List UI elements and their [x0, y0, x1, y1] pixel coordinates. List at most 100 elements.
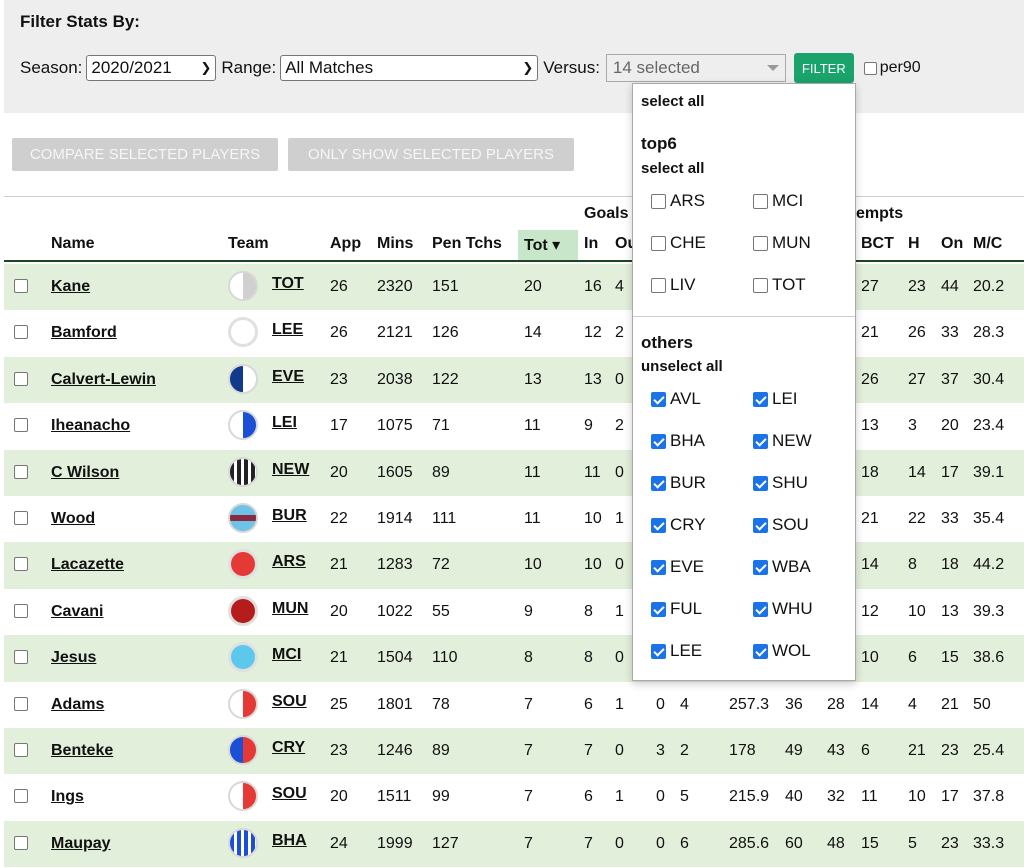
team-link[interactable]: SOU [272, 785, 307, 803]
option-checkbox[interactable] [753, 193, 768, 209]
versus-option-sou[interactable]: SOU [753, 515, 809, 535]
versus-option-che[interactable]: CHE [651, 233, 706, 253]
player-name-link[interactable]: Calvert-Lewin [51, 371, 156, 389]
option-checkbox[interactable] [753, 643, 768, 659]
top6-select-all-link[interactable]: select all [641, 160, 704, 177]
row-select-checkbox[interactable] [14, 325, 28, 340]
player-name-link[interactable]: Kane [51, 278, 90, 296]
row-select-checkbox[interactable] [14, 603, 28, 618]
versus-option-liv[interactable]: LIV [651, 275, 696, 295]
option-checkbox[interactable] [753, 391, 768, 407]
option-checkbox[interactable] [651, 235, 666, 251]
option-checkbox[interactable] [753, 235, 768, 251]
row-select-checkbox[interactable] [14, 742, 28, 757]
only-show-selected-button[interactable]: ONLY SHOW SELECTED PLAYERS [288, 138, 574, 171]
col-in[interactable]: In [584, 235, 598, 253]
row-select-checkbox[interactable] [14, 510, 28, 525]
col-mc[interactable]: M/C [973, 235, 1002, 253]
team-link[interactable]: TOT [272, 275, 304, 293]
filter-button[interactable]: FILTER [793, 53, 854, 83]
row-select-checkbox[interactable] [14, 279, 28, 293]
versus-option-wol[interactable]: WOL [753, 641, 811, 661]
col-app[interactable]: App [330, 235, 361, 253]
col-team[interactable]: Team [228, 235, 269, 253]
col-bct[interactable]: BCT [861, 235, 894, 253]
versus-multiselect[interactable]: 14 selected [605, 54, 786, 82]
versus-option-tot[interactable]: TOT [753, 275, 806, 295]
versus-option-ful[interactable]: FUL [651, 599, 702, 619]
team-link[interactable]: LEE [272, 321, 303, 339]
player-name-link[interactable]: Adams [51, 696, 104, 714]
option-checkbox[interactable] [753, 601, 768, 617]
team-link[interactable]: BHA [272, 832, 307, 850]
row-select-checkbox[interactable] [14, 464, 28, 479]
per90-toggle[interactable]: per90 [863, 59, 921, 77]
option-checkbox[interactable] [753, 433, 768, 449]
col-name[interactable]: Name [51, 235, 95, 253]
select-all-link[interactable]: select all [641, 93, 704, 110]
row-select-checkbox[interactable] [14, 835, 28, 850]
col-h[interactable]: H [908, 235, 920, 253]
player-name-link[interactable]: Bamford [51, 324, 117, 342]
option-checkbox[interactable] [651, 475, 666, 491]
versus-option-whu[interactable]: WHU [753, 599, 813, 619]
player-name-link[interactable]: Jesus [51, 649, 96, 667]
season-select[interactable]: 2020/2021 ❯ [86, 55, 217, 81]
col-mins[interactable]: Mins [377, 235, 413, 253]
versus-option-bha[interactable]: BHA [651, 431, 705, 451]
option-checkbox[interactable] [753, 475, 768, 491]
per90-checkbox[interactable] [863, 61, 877, 75]
team-link[interactable]: BUR [272, 507, 307, 525]
option-checkbox[interactable] [753, 559, 768, 575]
player-name-link[interactable]: Maupay [51, 835, 111, 853]
versus-option-wba[interactable]: WBA [753, 557, 811, 577]
player-name-link[interactable]: Iheanacho [51, 417, 130, 435]
option-checkbox[interactable] [753, 277, 768, 293]
option-checkbox[interactable] [651, 559, 666, 575]
versus-option-mci[interactable]: MCI [753, 191, 803, 211]
range-select[interactable]: All Matches ❯ [280, 55, 539, 81]
versus-option-eve[interactable]: EVE [651, 557, 704, 577]
row-select-checkbox[interactable] [14, 418, 28, 433]
compare-selected-button[interactable]: COMPARE SELECTED PLAYERS [12, 138, 278, 171]
row-select-checkbox[interactable] [14, 650, 28, 665]
option-checkbox[interactable] [651, 391, 666, 407]
versus-option-lee[interactable]: LEE [651, 641, 702, 661]
versus-option-new[interactable]: NEW [753, 431, 812, 451]
player-name-link[interactable]: C Wilson [51, 464, 119, 482]
others-unselect-all-link[interactable]: unselect all [641, 358, 723, 375]
team-link[interactable]: MUN [272, 600, 308, 618]
versus-option-bur[interactable]: BUR [651, 473, 706, 493]
team-link[interactable]: EVE [272, 368, 304, 386]
team-link[interactable]: MCI [272, 646, 301, 664]
row-select-checkbox[interactable] [14, 789, 28, 804]
option-checkbox[interactable] [651, 277, 666, 293]
row-select-checkbox[interactable] [14, 371, 28, 386]
team-link[interactable]: SOU [272, 693, 307, 711]
versus-option-shu[interactable]: SHU [753, 473, 808, 493]
player-name-link[interactable]: Wood [51, 510, 95, 528]
versus-option-ars[interactable]: ARS [651, 191, 705, 211]
player-name-link[interactable]: Benteke [51, 742, 113, 760]
player-name-link[interactable]: Cavani [51, 603, 103, 621]
option-checkbox[interactable] [651, 643, 666, 659]
row-select-checkbox[interactable] [14, 557, 28, 572]
versus-option-avl[interactable]: AVL [651, 389, 701, 409]
option-checkbox[interactable] [651, 433, 666, 449]
col-pen-tchs[interactable]: Pen Tchs [432, 235, 502, 253]
versus-option-mun[interactable]: MUN [753, 233, 811, 253]
team-link[interactable]: NEW [272, 461, 309, 479]
col-on[interactable]: On [941, 235, 963, 253]
player-name-link[interactable]: Lacazette [51, 556, 124, 574]
versus-option-cry[interactable]: CRY [651, 515, 706, 535]
col-tot[interactable]: Tot ▾ [524, 235, 560, 255]
option-checkbox[interactable] [651, 601, 666, 617]
team-link[interactable]: LEI [272, 414, 297, 432]
player-name-link[interactable]: Ings [51, 788, 84, 806]
option-checkbox[interactable] [753, 517, 768, 533]
versus-option-lei[interactable]: LEI [753, 389, 798, 409]
option-checkbox[interactable] [651, 193, 666, 209]
team-link[interactable]: CRY [272, 739, 305, 757]
team-link[interactable]: ARS [272, 553, 306, 571]
row-select-checkbox[interactable] [14, 696, 28, 711]
